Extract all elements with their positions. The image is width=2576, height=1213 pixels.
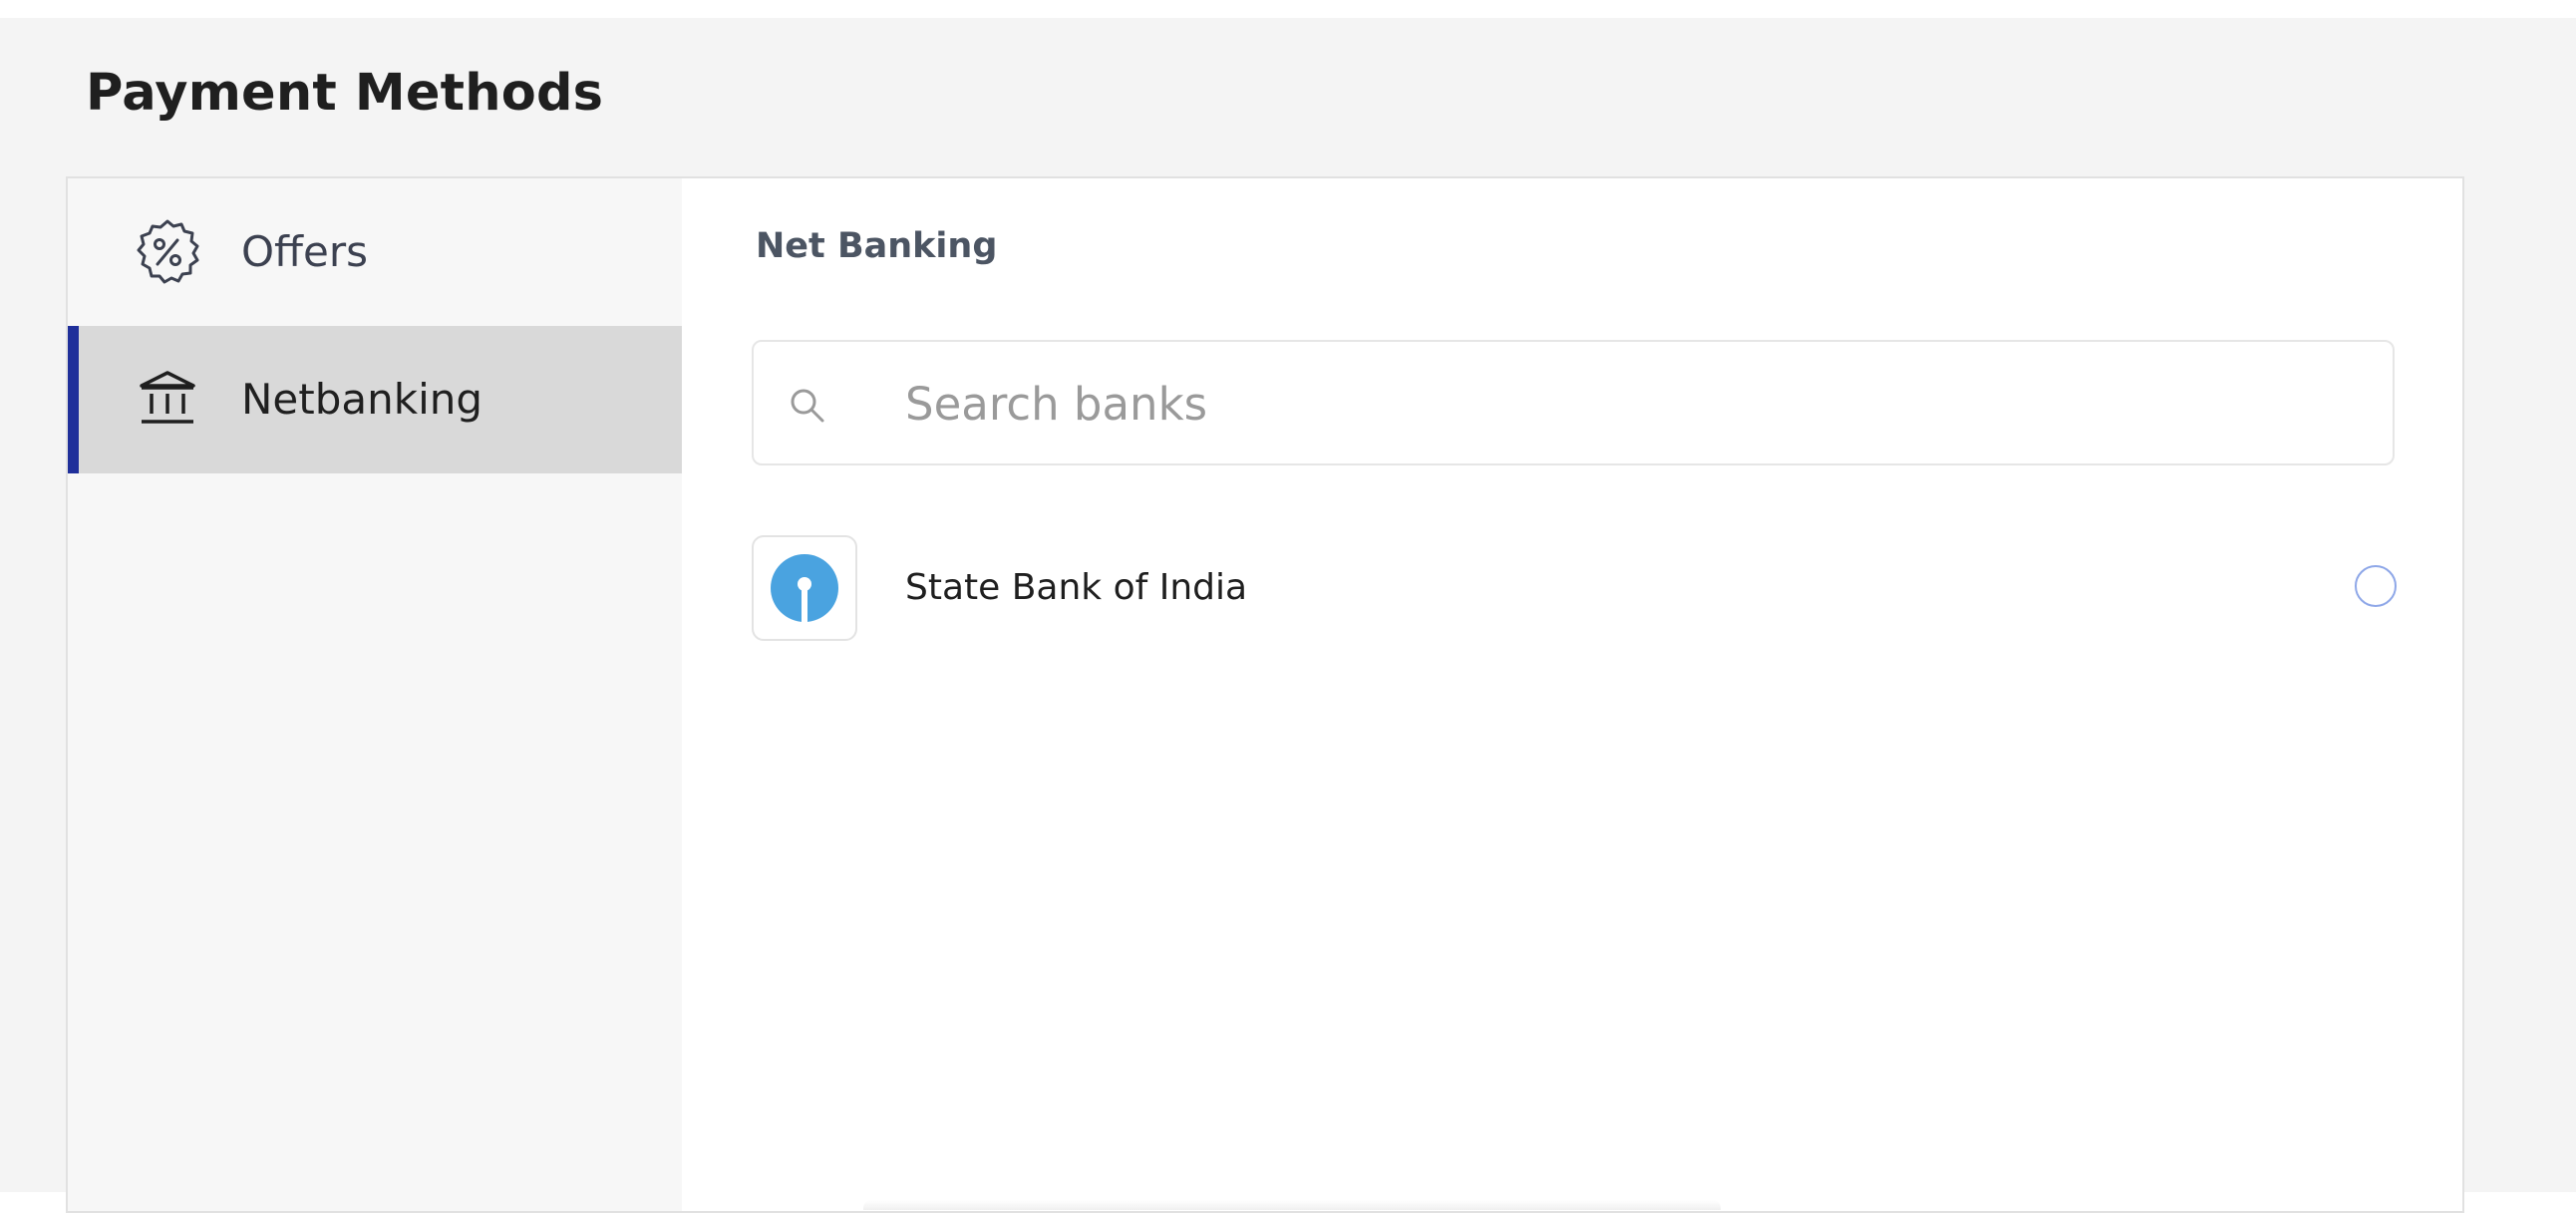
bank-name: State Bank of India	[905, 567, 1248, 608]
page-background: Payment Methods Offers Netbanking Net Ba…	[0, 18, 2576, 1213]
bank-icon	[134, 366, 201, 434]
search-input[interactable]	[905, 364, 2351, 444]
page-title: Payment Methods	[86, 64, 604, 123]
sidebar-item-offers[interactable]: Offers	[68, 178, 682, 326]
section-title: Net Banking	[756, 226, 998, 266]
bank-select-radio[interactable]	[2355, 565, 2397, 607]
sidebar-item-label: Offers	[241, 227, 368, 276]
search-icon	[788, 386, 827, 426]
payment-methods-sidebar: Offers Netbanking	[68, 178, 682, 1211]
sbi-logo-icon	[752, 535, 857, 641]
sidebar-item-netbanking[interactable]: Netbanking	[68, 326, 682, 473]
discount-badge-icon	[134, 218, 201, 286]
payment-methods-panel: Offers Netbanking Net Banking Search ban…	[66, 176, 2464, 1213]
bank-list-item[interactable]: State Bank of India	[752, 535, 2399, 645]
bank-search-box[interactable]	[752, 340, 2395, 465]
netbanking-content: Net Banking Sta	[682, 178, 2462, 1211]
active-indicator	[68, 326, 79, 473]
sidebar-item-label: Netbanking	[241, 375, 483, 424]
bottom-sheet-edge	[863, 1200, 1721, 1210]
